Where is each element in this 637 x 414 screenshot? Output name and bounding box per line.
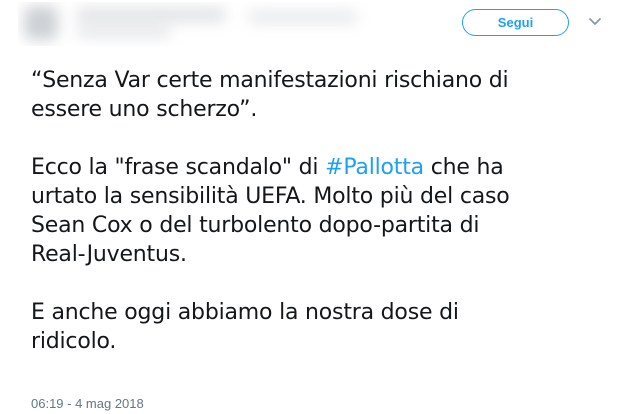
tweet-paragraph: Ecco la "frase scandalo" di #Pallotta ch… — [31, 153, 621, 269]
text-line: essere uno scherzo”. — [31, 97, 258, 122]
text-line: urtato la sensibilità UEFA. Molto più de… — [31, 184, 510, 209]
tweet-paragraph: E anche oggi abbiamo la nostra dose di r… — [31, 298, 621, 356]
blurred-handle — [76, 26, 171, 38]
text-line: Ecco la "frase scandalo" di #Pallotta ch… — [31, 153, 621, 182]
hashtag-link[interactable]: #Pallotta — [325, 155, 424, 180]
tweet-text: “Senza Var certe manifestazioni rischian… — [31, 66, 621, 385]
text-line: ridicolo. — [31, 329, 117, 354]
tweet-paragraph: “Senza Var certe manifestazioni rischian… — [31, 66, 621, 124]
chevron-down-icon[interactable] — [588, 14, 602, 28]
blurred-avatar — [24, 6, 58, 40]
text-line: Sean Cox o del turbolento dopo-partita d… — [31, 213, 480, 238]
text-line: E anche oggi abbiamo la nostra dose di — [31, 300, 459, 325]
blurred-author-header — [18, 2, 378, 46]
follow-button[interactable]: Segui — [462, 9, 569, 36]
blurred-display-name — [76, 8, 226, 22]
text-segment: Ecco la "frase scandalo" di — [31, 155, 326, 180]
tweet-card: Segui “Senza Var certe manifestazioni ri… — [0, 0, 637, 414]
text-segment: che ha — [423, 155, 504, 180]
tweet-timestamp[interactable]: 06:19 - 4 mag 2018 — [31, 396, 144, 411]
blurred-header-text — [248, 10, 358, 24]
text-line: “Senza Var certe manifestazioni rischian… — [31, 68, 509, 93]
text-line: Real-Juventus. — [31, 242, 187, 267]
